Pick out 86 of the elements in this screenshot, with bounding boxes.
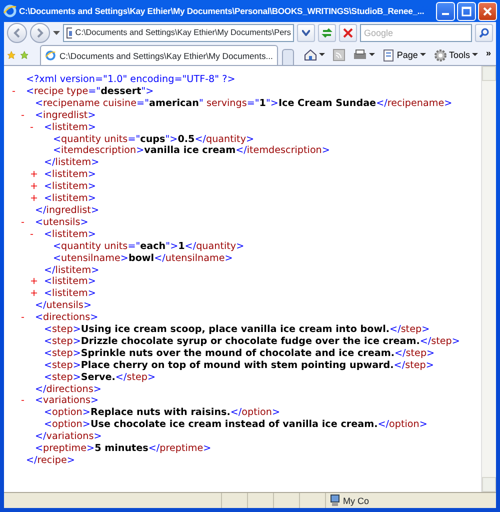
more-button[interactable]: » xyxy=(484,43,493,63)
stop-button[interactable] xyxy=(339,24,357,42)
xml-close-tag: </recipe> xyxy=(26,455,75,467)
collapse-toggle[interactable]: - xyxy=(21,395,35,408)
xml-open-tag: <utensils> xyxy=(35,216,88,229)
xml-open-tag: <listitem> xyxy=(44,181,96,194)
dropdown-button[interactable] xyxy=(297,24,315,42)
tools-menu[interactable]: Tools xyxy=(432,45,480,65)
forward-button[interactable] xyxy=(30,22,50,42)
xml-element-line: <quantity units="each">1</quantity> xyxy=(53,240,244,253)
printer-icon xyxy=(352,49,367,61)
window-title: C:\Documents and Settings\Kay Ethier\My Documents\Personal\BOOKS_WRITINGS\StudioB_Renee_... xyxy=(19,6,426,16)
home-icon xyxy=(304,49,317,61)
collapse-toggle[interactable]: - xyxy=(12,86,26,98)
page-icon xyxy=(382,48,395,62)
refresh-icon xyxy=(321,26,333,38)
address-field[interactable]: C:\Documents and Settings\Kay Ethier\My Documents\Pers xyxy=(63,24,294,42)
collapse-toggle[interactable]: - xyxy=(21,216,35,229)
security-zone-text: My Co xyxy=(343,496,370,506)
xml-open-tag: <listitem> xyxy=(44,228,96,241)
xml-element-line: <step>Using ice cream scoop, place vanilla ice cream into bowl.</step> xyxy=(44,324,430,336)
xml-open-tag: <listitem> xyxy=(44,288,96,300)
expand-toggle[interactable]: + xyxy=(30,181,44,194)
xml-element-line: <recipename cuisine="american" servings="1">Ice Cream Sundae</recipename> xyxy=(35,98,452,110)
xml-element-line: <option>Use chocolate ice cream instead of vanilla ice cream.</option> xyxy=(44,419,428,432)
xml-open-tag: <variations> xyxy=(35,395,99,408)
xml-close-tag: </ingredlist> xyxy=(35,204,99,217)
back-button[interactable] xyxy=(7,22,27,42)
xml-element-line: <option>Replace nuts with raisins.</option> xyxy=(44,407,280,420)
xml-element-line: <step>Drizzle chocolate syrup or chocolate fudge over the ice cream.</step> xyxy=(44,336,460,348)
xml-element-line: <utensilname>bowl</utensilname> xyxy=(53,252,233,264)
chevron-down-icon xyxy=(302,30,310,36)
expand-toggle[interactable]: + xyxy=(30,276,44,288)
collapse-toggle[interactable]: - xyxy=(21,312,35,324)
browser-logo-icon xyxy=(45,50,56,61)
xml-element-line: <step>Place cherry on top of mound with stem pointing upward.</step> xyxy=(44,360,434,372)
browser-logo-icon xyxy=(3,4,17,18)
xml-open-tag: <ingredlist> xyxy=(35,110,96,122)
xml-close-tag: </listitem> xyxy=(44,264,100,276)
dropdown-arrow-icon[interactable] xyxy=(53,30,60,34)
caret-icon xyxy=(368,53,375,57)
xml-open-tag: <listitem> xyxy=(44,169,96,182)
maximize-icon xyxy=(461,6,472,16)
page-icon xyxy=(66,26,72,38)
feed-icon xyxy=(332,49,345,61)
xml-element-line: <quantity units="cups">0.5</quantity> xyxy=(53,134,254,146)
collapse-toggle[interactable]: - xyxy=(21,110,35,122)
scrollbar[interactable] xyxy=(481,66,496,492)
xml-close-tag: </listitem> xyxy=(44,157,100,170)
add-favorite-icon[interactable] xyxy=(20,48,28,62)
xml-element-line: <itemdescription>vanilla ice cream</itemdescription> xyxy=(53,145,330,158)
close-icon xyxy=(482,6,493,16)
caret-icon xyxy=(472,53,478,57)
minimize-icon xyxy=(442,13,449,15)
collapse-toggle[interactable]: - xyxy=(30,228,44,241)
xml-open-tag: <listitem> xyxy=(44,122,96,134)
xml-open-tag: <directions> xyxy=(35,312,98,324)
expand-toggle[interactable]: + xyxy=(30,169,44,182)
page-menu[interactable]: Page xyxy=(380,45,428,65)
caret-icon xyxy=(318,53,325,57)
close-button[interactable] xyxy=(478,2,497,20)
expand-toggle[interactable]: + xyxy=(30,288,44,300)
xml-element-line: <step>Sprinkle nuts over the mound of chocolate and ice cream.</step> xyxy=(44,348,435,360)
search-icon xyxy=(479,28,489,38)
xml-open-tag: <recipe type="dessert"> xyxy=(26,86,154,98)
gear-icon xyxy=(434,48,447,62)
xml-element-line: <step>Serve.</step> xyxy=(44,372,156,384)
minimize-button[interactable] xyxy=(436,2,455,20)
browser-tab[interactable]: C:\Documents and Settings\Kay Ethier\My Documents... xyxy=(40,45,278,65)
xml-close-tag: </variations> xyxy=(35,431,102,444)
stop-icon xyxy=(343,28,353,38)
collapse-toggle[interactable]: - xyxy=(30,122,44,134)
xml-open-tag: <listitem> xyxy=(44,193,96,205)
favorites-star-icon[interactable] xyxy=(7,48,16,62)
caret-icon xyxy=(420,53,426,57)
xml-element-line: <preptime>5 minutes</preptime> xyxy=(35,443,212,455)
computer-icon xyxy=(330,494,340,507)
search-button[interactable] xyxy=(475,24,493,42)
maximize-button[interactable] xyxy=(457,2,476,20)
xml-declaration: <?xml version="1.0" encoding="UTF-8" ?> xyxy=(26,74,236,86)
refresh-button[interactable] xyxy=(318,24,336,42)
xml-close-tag: </utensils> xyxy=(35,300,92,312)
expand-toggle[interactable]: + xyxy=(30,193,44,205)
xml-open-tag: <listitem> xyxy=(44,276,96,288)
xml-close-tag: </directions> xyxy=(35,384,102,396)
search-field[interactable]: Google xyxy=(360,24,472,42)
